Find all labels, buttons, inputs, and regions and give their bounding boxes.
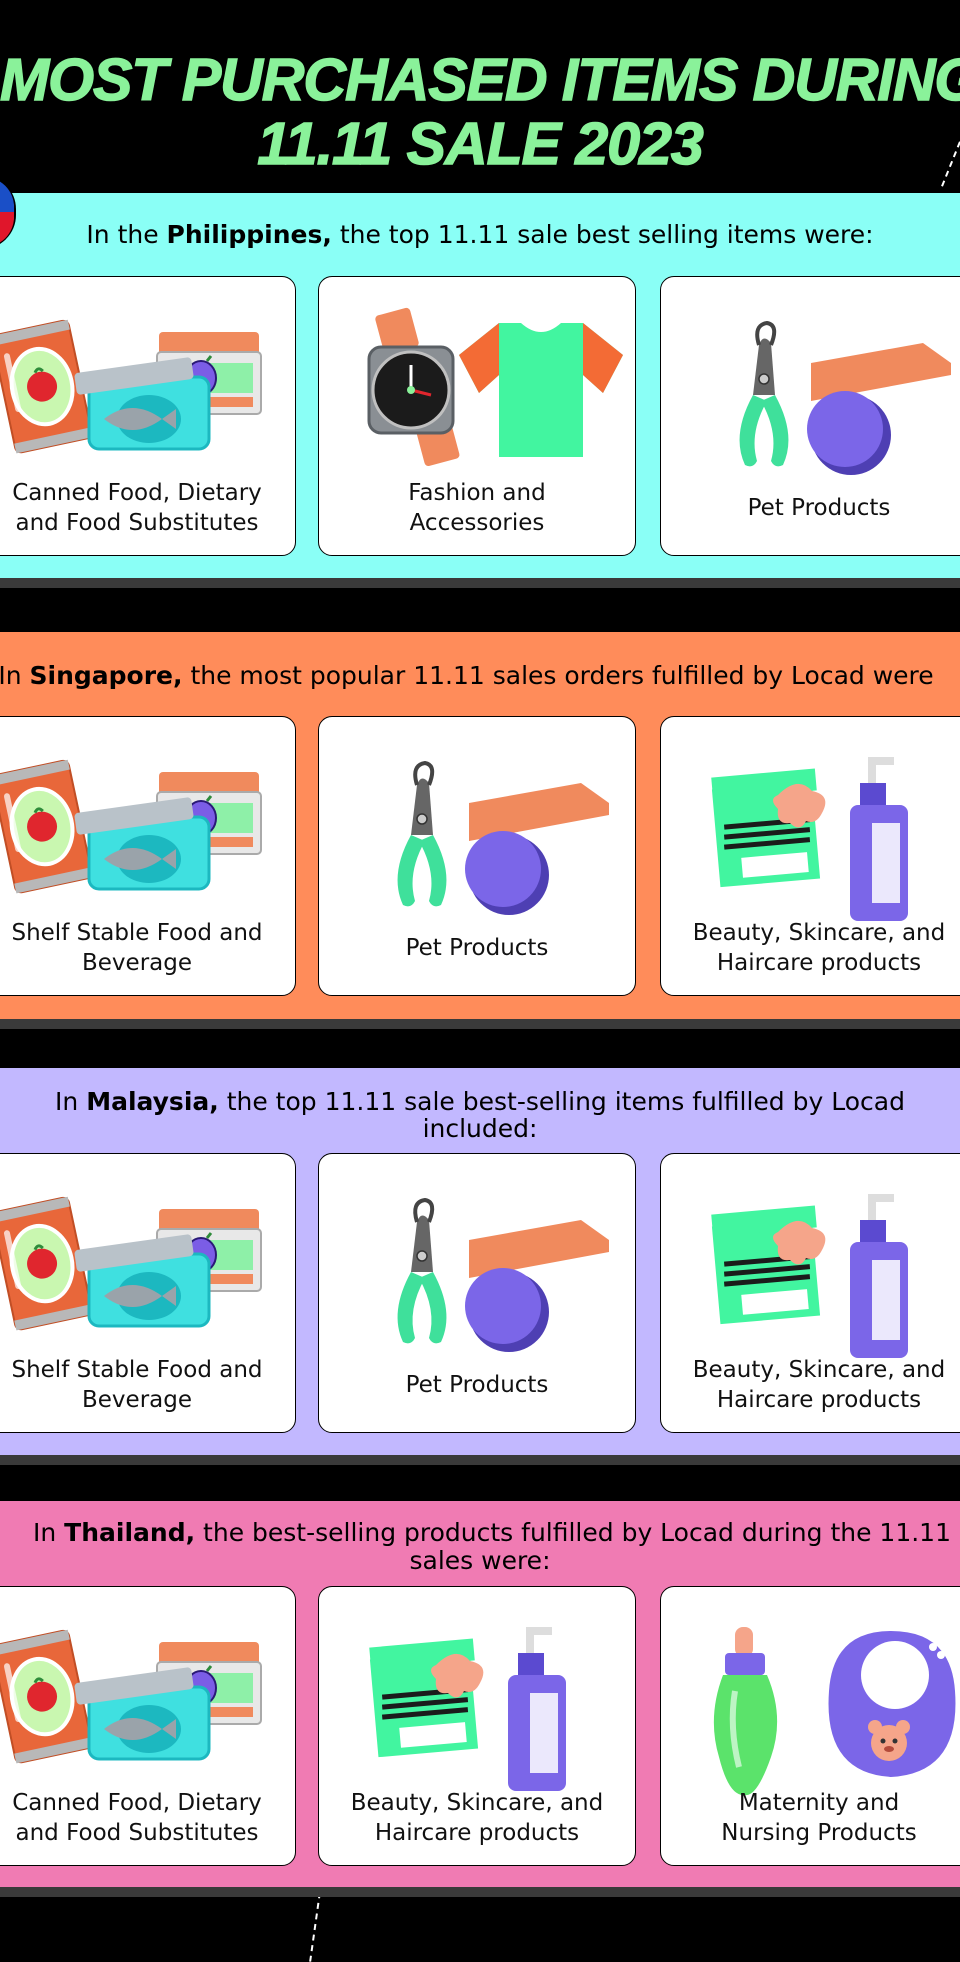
card-label: Beauty, Skincare, and Haircare products [692,920,946,976]
card-label: Pet Products [747,495,891,521]
card-label: Shelf Stable Food and Beverage [11,1357,263,1413]
product-card: Beauty, Skincare, and Haircare products [660,1153,960,1433]
card-label: Pet Products [405,1372,549,1398]
section-shadow [0,1887,960,1897]
page-title-line-1: MOST PURCHASED ITEMS DURING [0,47,960,113]
section-malaysia: In Malaysia, the top 11.11 sale best-sel… [0,1068,960,1465]
country-name: Philippines, [166,220,332,249]
section-shadow [0,578,960,588]
product-card: Fashion and Accessories [318,276,636,556]
section-heading-line-2: included: [422,1114,538,1143]
product-card: Canned Food, Dietary and Food Substitute… [0,1586,296,1866]
product-card: Pet Products [318,1153,636,1433]
section-heading: In Thailand, the best-selling products f… [33,1518,951,1547]
product-card: Shelf Stable Food and Beverage [0,716,296,996]
card-label: Beauty, Skincare, and Haircare products [350,1790,604,1846]
product-card: Pet Products [318,716,636,996]
page-title-line-2: 11.11 SALE 2023 [257,111,705,177]
section-heading: In Malaysia, the top 11.11 sale best-sel… [55,1087,905,1116]
product-card: Beauty, Skincare, and Haircare products [660,716,960,996]
section-heading: In Singapore, the most popular 11.11 sal… [0,661,934,690]
section-thailand: In Thailand, the best-selling products f… [0,1501,960,1897]
section-heading: In the Philippines, the top 11.11 sale b… [86,220,874,249]
page-title: MOST PURCHASED ITEMS DURING 11.11 SALE 2… [0,47,960,177]
product-card: Shelf Stable Food and Beverage [0,1153,296,1433]
country-name: Malaysia, [86,1087,219,1116]
card-label: Beauty, Skincare, and Haircare products [692,1357,946,1413]
product-card: Pet Products [660,276,960,556]
section-heading-line-2: sales were: [409,1546,551,1575]
country-name: Thailand, [64,1518,196,1547]
card-label: Maternity and Nursing Products [721,1790,917,1846]
section-shadow [0,1455,960,1465]
section-singapore: In Singapore, the most popular 11.11 sal… [0,632,960,1029]
section-shadow [0,1019,960,1029]
card-label: Shelf Stable Food and Beverage [11,920,263,976]
card-label: Canned Food, Dietary and Food Substitute… [12,1790,262,1846]
section-philippines: In the Philippines, the top 11.11 sale b… [0,175,960,588]
product-card: Maternity and Nursing Products [660,1586,960,1866]
card-label: Pet Products [405,935,549,961]
dashed-decoration [309,1892,321,1962]
card-label: Canned Food, Dietary and Food Substitute… [12,480,262,536]
product-card: Canned Food, Dietary and Food Substitute… [0,276,296,556]
card-label: Fashion and Accessories [408,480,546,536]
country-name: Singapore, [29,661,183,690]
product-card: Beauty, Skincare, and Haircare products [318,1586,636,1866]
